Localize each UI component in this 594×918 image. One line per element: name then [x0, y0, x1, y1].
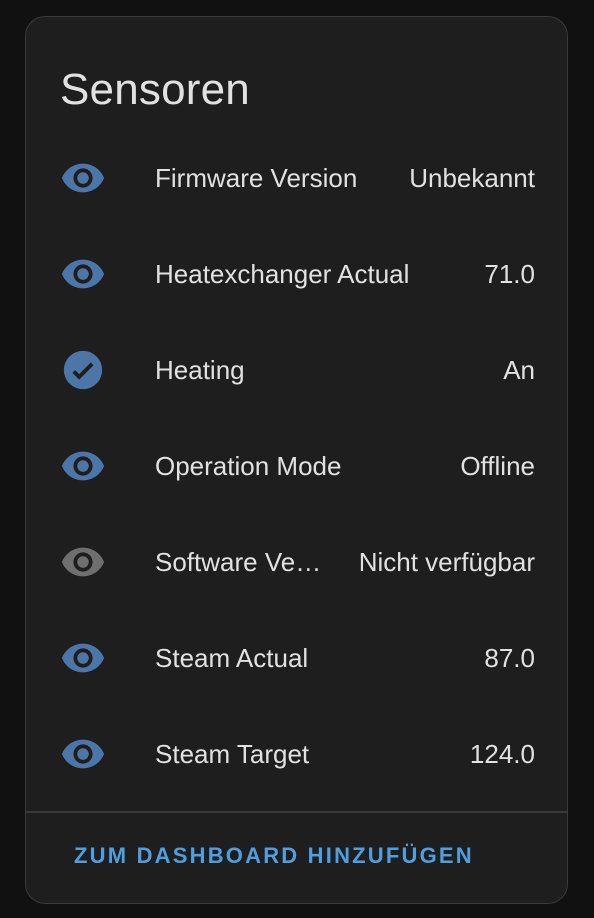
eye-icon — [60, 155, 106, 201]
entity-row[interactable]: Steam Target 124.0 — [26, 706, 567, 802]
eye-icon — [60, 251, 106, 297]
entity-name: Steam Target — [155, 738, 310, 769]
entity-row[interactable]: Heating An — [26, 322, 567, 418]
check-circle-icon — [60, 347, 106, 393]
entity-row[interactable]: Firmware Version Unbekannt — [26, 130, 567, 226]
entity-name: Firmware Version — [155, 162, 358, 193]
entity-name: Operation Mode — [155, 450, 342, 481]
card-divider — [26, 811, 567, 813]
card-title: Sensoren — [60, 65, 250, 114]
sensors-card: Sensoren Firmware Version Unbekannt Heate… — [25, 16, 568, 904]
entity-row[interactable]: Software Ve… Nicht verfügbar — [26, 514, 567, 610]
entity-state: 124.0 — [469, 738, 535, 769]
entity-state: Offline — [460, 450, 535, 481]
entity-state: Nicht verfügbar — [358, 546, 535, 577]
entity-row[interactable]: Steam Actual 87.0 — [26, 610, 567, 706]
entity-state: 87.0 — [484, 642, 535, 673]
entity-state: Unbekannt — [409, 162, 535, 193]
eye-icon — [60, 443, 106, 489]
eye-icon — [60, 731, 106, 777]
entity-row[interactable]: Operation Mode Offline — [26, 418, 567, 514]
entity-state: 71.0 — [484, 258, 535, 289]
entity-row[interactable]: Heatexchanger Actual 71.0 — [26, 226, 567, 322]
add-to-dashboard-button[interactable]: ZUM DASHBOARD HINZUFÜGEN — [74, 843, 474, 869]
entity-name: Heating — [155, 354, 245, 385]
eye-icon — [60, 539, 106, 585]
entity-state: An — [503, 354, 535, 385]
entity-name: Software Ve… — [155, 546, 322, 577]
eye-icon — [60, 635, 106, 681]
entity-name: Heatexchanger Actual — [155, 258, 410, 289]
entity-name: Steam Actual — [155, 642, 309, 673]
